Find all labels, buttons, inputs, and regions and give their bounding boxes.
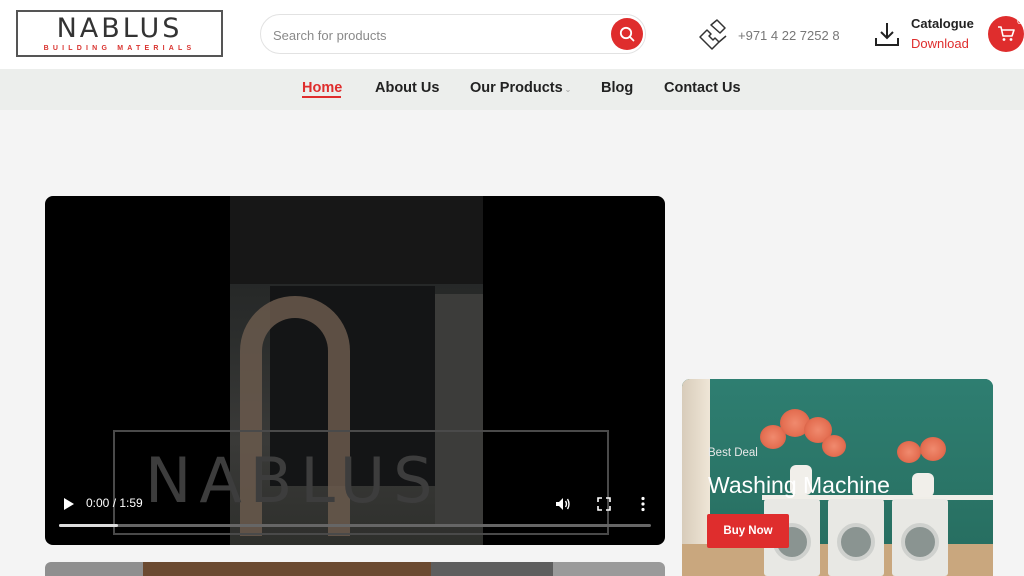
nav-item-home[interactable]: Home (302, 80, 342, 96)
phone-number: +971 4 22 7252 8 (738, 27, 840, 43)
search-input[interactable] (273, 24, 593, 46)
promo-washer (828, 499, 884, 576)
search-bar (260, 14, 646, 54)
video-progress-fill (59, 524, 119, 527)
promo-kicker: Best Deal (708, 447, 758, 459)
phone-contact[interactable]: +971 4 22 7252 8 (697, 18, 840, 52)
promo-washer (892, 499, 948, 576)
promo-title: Washing Machine (708, 472, 890, 498)
more-options-icon[interactable] (640, 496, 646, 512)
fullscreen-icon[interactable] (597, 497, 611, 511)
catalogue-text: Catalogue Download (911, 14, 974, 54)
product-thumbnail-strip (45, 562, 665, 576)
phone-hand-icon (699, 19, 727, 50)
video-watermark: NABLUS (145, 444, 441, 517)
site-header: NABLUS BUILDING MATERIALS +971 4 22 7252… (0, 0, 1024, 69)
chevron-down-icon: ⌄ (564, 85, 572, 94)
promo-washer-door (837, 523, 875, 561)
nav-item-blog[interactable]: Blog (601, 80, 633, 96)
download-icon (875, 23, 899, 46)
product-thumbnail[interactable] (45, 562, 143, 576)
nav-item-our-products-label: Our Products (470, 80, 563, 96)
catalogue-download-link[interactable]: Download (911, 34, 974, 54)
product-thumbnail[interactable] (431, 562, 553, 576)
cart-icon (998, 26, 1015, 41)
promo-vase (912, 473, 934, 497)
catalogue-download[interactable]: Catalogue Download (874, 14, 974, 54)
nav-item-contact-us[interactable]: Contact Us (664, 80, 741, 96)
promo-flower (822, 435, 846, 457)
logo-tagline: BUILDING MATERIALS (43, 45, 196, 52)
promo-washer-door (901, 523, 939, 561)
promo-banner-washing-machine[interactable]: Best Deal Washing Machine Buy Now (682, 379, 993, 576)
logo-wordmark: NABLUS (56, 13, 183, 44)
catalogue-title: Catalogue (911, 16, 974, 31)
video-progress-bar[interactable] (59, 524, 651, 527)
volume-icon[interactable] (555, 496, 571, 512)
product-thumbnail[interactable] (553, 562, 665, 576)
search-button[interactable] (611, 18, 643, 50)
cart-count-badge: 0 (1017, 16, 1023, 26)
site-logo[interactable]: NABLUS BUILDING MATERIALS (16, 10, 223, 57)
promo-flower (897, 441, 921, 463)
nav-active-indicator (302, 96, 341, 98)
video-scene-sign (230, 196, 483, 284)
main-nav: Home About Us Our Products ⌄ Blog Contact… (0, 69, 1024, 110)
play-icon[interactable] (61, 497, 75, 511)
product-thumbnail[interactable] (143, 562, 431, 576)
promo-flower (920, 437, 946, 461)
video-time: 0:00 / 1:59 (86, 496, 143, 510)
nav-item-about-us[interactable]: About Us (375, 80, 439, 96)
buy-now-button[interactable]: Buy Now (707, 514, 789, 548)
video-player[interactable]: NABLUS 0:00 / 1:59 (45, 196, 665, 545)
nav-item-our-products[interactable]: Our Products ⌄ (470, 80, 571, 96)
search-icon (619, 26, 635, 42)
